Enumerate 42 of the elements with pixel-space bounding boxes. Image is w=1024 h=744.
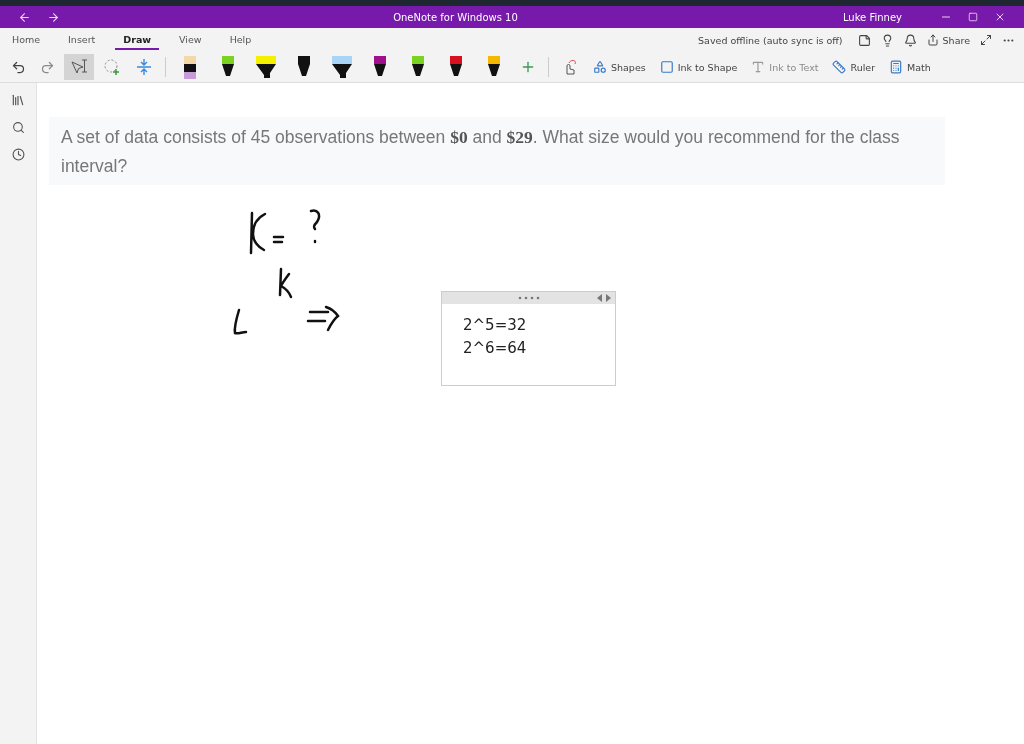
- math-icon: [889, 60, 904, 74]
- ribbon-tab[interactable]: View: [171, 30, 210, 50]
- note-line: 2^5=32: [463, 315, 528, 336]
- drag-dots-icon: [518, 296, 540, 300]
- cursor-text-icon: [69, 58, 89, 76]
- bell-icon: [903, 33, 917, 47]
- math-button[interactable]: Math: [884, 56, 936, 78]
- ribbon-tab[interactable]: Help: [221, 30, 260, 50]
- redo-icon: [40, 59, 55, 75]
- ink-to-shape-button[interactable]: Ink to Shape: [654, 56, 743, 78]
- ink-to-shape-icon: [659, 60, 674, 74]
- shapes-icon: [593, 60, 607, 74]
- maximize-icon: [968, 12, 978, 22]
- notebooks-icon[interactable]: [11, 93, 25, 107]
- container-handle[interactable]: [442, 292, 615, 304]
- ribbon-tab[interactable]: Home: [4, 30, 49, 50]
- back-arrow-icon: [18, 10, 31, 24]
- undo-icon: [11, 59, 26, 75]
- user-name: Luke Finney: [842, 11, 902, 23]
- sticky-note-icon: [857, 33, 871, 47]
- share-button[interactable]: Share: [921, 30, 975, 50]
- ruler-button[interactable]: Ruler: [827, 56, 881, 78]
- type-select-button[interactable]: [64, 54, 94, 80]
- add-space-icon: [135, 58, 153, 76]
- ruler-icon: [832, 60, 847, 74]
- window-title: OneNote for Windows 10: [393, 11, 518, 23]
- sync-status: Saved offline (auto sync is off): [698, 34, 843, 46]
- plus-icon: [520, 59, 536, 75]
- share-icon: [926, 34, 939, 46]
- lasso-icon: [103, 58, 121, 76]
- note-line: 2^6=64: [463, 338, 528, 359]
- question-text: A set of data consists of 45 observations between $0 and $29. What size would you recommend for the class interval?: [49, 117, 945, 185]
- clock-icon[interactable]: [11, 148, 25, 161]
- ink-to-text-icon: [751, 60, 766, 74]
- expand-icon: [980, 34, 992, 46]
- search-icon[interactable]: [11, 121, 25, 134]
- shapes-button[interactable]: Shapes: [588, 56, 651, 78]
- close-icon: [994, 11, 1006, 23]
- ribbon-tab[interactable]: Insert: [60, 30, 104, 50]
- resize-arrows-icon: [596, 294, 612, 302]
- ribbon-tab[interactable]: Draw: [115, 30, 160, 50]
- forward-arrow-icon: [47, 10, 60, 24]
